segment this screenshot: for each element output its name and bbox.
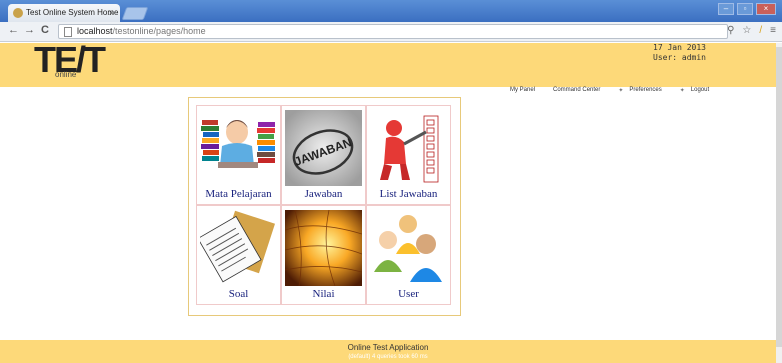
- page-icon: [64, 27, 72, 37]
- browser-tabstrip: Test Online System Home × – ▫ ×: [0, 0, 782, 22]
- tile-label: Jawaban: [304, 188, 343, 200]
- browser-toolbar: ← → C localhost/testonline/pages/home ⚲ …: [0, 22, 782, 42]
- address-bar[interactable]: localhost/testonline/pages/home: [58, 24, 728, 39]
- tile-user[interactable]: User: [366, 205, 451, 305]
- new-tab-button[interactable]: [121, 7, 149, 20]
- minimize-button[interactable]: –: [718, 3, 734, 15]
- users-group-icon: [374, 215, 442, 282]
- maximize-button[interactable]: ▫: [737, 3, 753, 15]
- zoom-icon[interactable]: ⚲: [727, 25, 734, 36]
- tile-label: List Jawaban: [379, 188, 438, 200]
- header-date: 17 Jan 2013: [653, 43, 706, 52]
- menu-panel: Mata Pelajaran JAWABAN Jawaban List Jawa…: [188, 97, 461, 316]
- menu-separator-icon: ✦: [618, 88, 624, 94]
- jawaban-stamp-icon: JAWABAN: [285, 110, 362, 186]
- tab-close-icon[interactable]: ×: [109, 4, 114, 22]
- close-window-button[interactable]: ×: [756, 3, 776, 15]
- tab-title: Test Online System Home: [26, 8, 119, 17]
- window-controls: – ▫ ×: [718, 3, 776, 15]
- tile-label: Soal: [228, 288, 249, 300]
- menu-separator-icon: ✦: [679, 88, 685, 94]
- tile-label: Mata Pelajaran: [205, 188, 272, 200]
- top-menu: My Panel Command Center ✦ Preferences ✦ …: [510, 87, 709, 94]
- app-header: TE/T online 17 Jan 2013 User: admin: [0, 39, 776, 87]
- favicon-icon: [13, 8, 23, 18]
- footer-subtitle: (default) 4 queries took 60 ms: [348, 354, 428, 360]
- header-user: User: admin: [653, 53, 706, 62]
- back-arrow-icon[interactable]: ←: [8, 24, 19, 36]
- tile-label: Nilai: [312, 288, 335, 300]
- header-info: 17 Jan 2013 User: admin: [653, 43, 706, 63]
- tile-jawaban[interactable]: JAWABAN Jawaban: [281, 105, 366, 205]
- url-path: /testonline/pages/home: [112, 26, 206, 36]
- menu-grid: Mata Pelajaran JAWABAN Jawaban List Jawa…: [196, 105, 453, 305]
- books-student-icon: [201, 120, 275, 168]
- score-map-icon: [285, 210, 362, 286]
- tile-soal[interactable]: Soal: [196, 205, 281, 305]
- tile-label: User: [398, 288, 419, 300]
- menu-logout[interactable]: Logout: [691, 87, 709, 94]
- forward-arrow-icon[interactable]: →: [24, 24, 35, 36]
- pen-icon[interactable]: /: [759, 25, 762, 36]
- exam-papers-icon: [200, 210, 276, 283]
- page-footer: Online Test Application (default) 4 quer…: [0, 340, 776, 363]
- menu-command-center[interactable]: Command Center: [553, 87, 600, 94]
- tile-mata-pelajaran[interactable]: Mata Pelajaran: [196, 105, 281, 205]
- toolbar-actions: ⚲ ☆ / ≡: [727, 25, 776, 36]
- tile-list-jawaban[interactable]: List Jawaban: [366, 105, 451, 205]
- url-host: localhost: [77, 26, 113, 36]
- checklist-figure-icon: [380, 115, 439, 183]
- menu-my-panel[interactable]: My Panel: [510, 87, 535, 94]
- tile-nilai[interactable]: Nilai: [281, 205, 366, 305]
- scrollbar-thumb[interactable]: [776, 47, 782, 347]
- menu-preferences[interactable]: Preferences: [629, 87, 661, 94]
- browser-tab[interactable]: Test Online System Home ×: [8, 4, 120, 22]
- logo-subtitle: online: [55, 70, 77, 79]
- bookmark-star-icon[interactable]: ☆: [742, 25, 751, 36]
- reload-icon[interactable]: C: [41, 24, 49, 36]
- footer-title: Online Test Application: [347, 343, 429, 352]
- menu-icon[interactable]: ≡: [770, 25, 776, 36]
